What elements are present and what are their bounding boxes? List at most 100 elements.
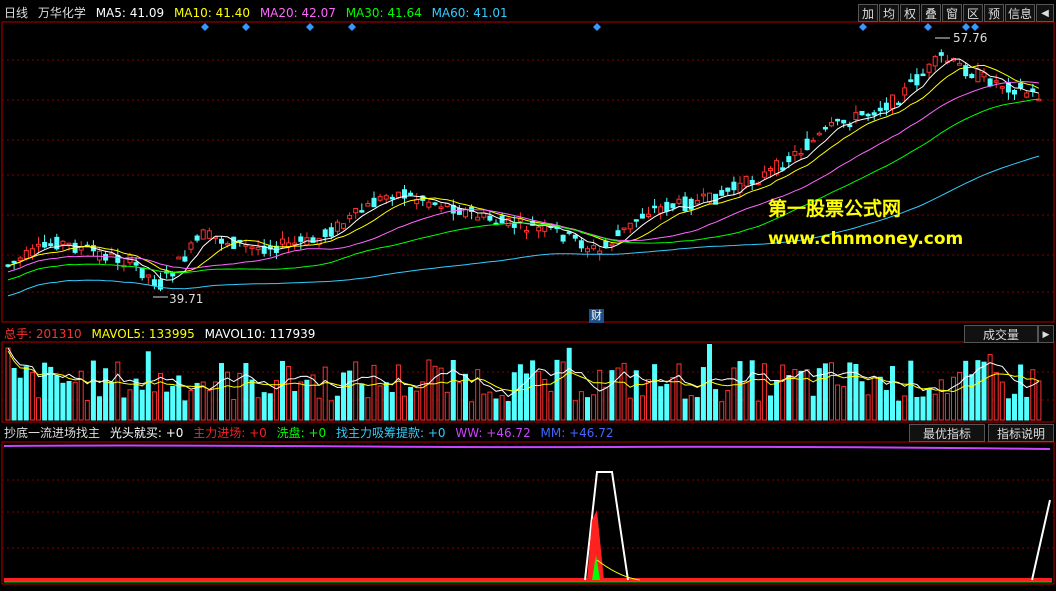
volume-bar [298,381,304,421]
watermark-url: www.chnmoney.com [768,229,964,249]
candle-body [658,206,664,214]
candle-body [792,151,798,156]
volume-bar [402,395,407,421]
volume-bar [133,378,139,421]
volume-bar [768,395,773,421]
volume-bar [932,393,938,421]
volume-bar [585,397,590,421]
volume-bar [944,393,950,421]
candle-body [60,240,66,245]
range-button[interactable]: 区 [963,4,983,22]
candle-body [987,78,993,87]
candle-body [139,267,145,279]
overlay-button[interactable]: 叠 [921,4,941,22]
volume-bar [798,370,804,421]
period-label: 日线 [4,6,29,20]
volume-bar [188,390,194,421]
volume-indicator-button[interactable]: 成交量 [964,325,1038,343]
volume-bar [487,391,493,421]
candle-body [48,243,54,247]
volume-bar [670,377,676,421]
volume-bar [822,363,828,421]
best-indicator-button[interactable]: 最优指标 [909,424,985,442]
candle-body [66,242,72,246]
candle-body [560,234,566,242]
candle-body [890,94,895,110]
candle-body [999,86,1005,89]
volume-bar [463,373,468,421]
volume-bar [212,381,218,421]
candle-body [761,171,767,178]
candle-body [176,256,182,260]
candle-body [609,243,615,247]
volume-bar [743,381,749,421]
window-button[interactable]: 窗 [942,4,962,22]
volume-bar [280,360,285,421]
candle-body [341,223,346,229]
high-price-label: 57.76 [953,31,988,45]
volume-bar [237,372,243,421]
volume-bar [877,376,883,421]
candle-body [36,243,41,247]
volume-bar [231,398,237,421]
candle-body [353,207,359,214]
volume-bar [536,371,542,421]
volume-bar [243,363,249,421]
candle-body [993,80,999,83]
volume-bar [389,392,395,421]
candle-body [188,242,194,250]
volume-bar [847,362,853,421]
volume-bar [1012,393,1017,421]
candle-body [11,260,17,264]
candle-body [829,121,834,127]
volume-bar [48,366,54,421]
candle-body [682,196,688,212]
signal-diamond-icon [348,23,356,31]
candle-body [1024,92,1030,98]
candle-body [786,156,792,163]
volume-bar [493,398,499,421]
candle-body [280,238,285,245]
low-price-label: 39.71 [169,292,204,306]
info-button[interactable]: 信息 [1005,4,1035,22]
volume-bar [255,397,261,421]
candle-body [487,215,493,221]
candle-body [572,234,578,239]
volume-bar [456,382,462,421]
candle-body [298,236,304,242]
volume-bar [902,395,908,421]
candle-body [847,124,853,128]
volume-bar [578,391,584,421]
volume-bar [993,372,999,421]
stock-chart-canvas[interactable] [0,0,1056,591]
volume-bar [749,360,755,421]
indicator-help-button[interactable]: 指标说明 [988,424,1054,442]
candle-body [871,112,877,116]
volume-bar [414,390,420,421]
volume-bar [566,347,572,421]
indicator-item-guangtou: 光头就买: +0 [109,426,184,440]
signal-diamond-icon [242,23,250,31]
volume-bar [158,373,163,421]
candle-body [438,206,444,209]
volume-bar [115,361,121,421]
financial-event-marker[interactable]: 财 [589,309,604,323]
rights-button[interactable]: 权 [900,4,920,22]
average-button[interactable]: 均 [879,4,899,22]
candle-body [591,245,597,250]
volume-menu-icon[interactable]: ▶ [1038,325,1054,343]
candle-body [395,191,401,199]
volume-bar [969,374,975,421]
volume-bar [810,395,816,421]
forecast-button[interactable]: 预 [984,4,1004,22]
collapse-icon[interactable]: ◀ [1036,4,1054,22]
volume-bar [1036,380,1042,421]
candle-body [322,229,328,238]
volume-bar [957,371,963,421]
candle-body [328,227,334,237]
volume-bar [999,381,1005,421]
add-button[interactable]: 加 [858,4,878,22]
candle-body [182,256,188,262]
volume-bar [841,386,847,421]
volume-bar [322,366,328,421]
